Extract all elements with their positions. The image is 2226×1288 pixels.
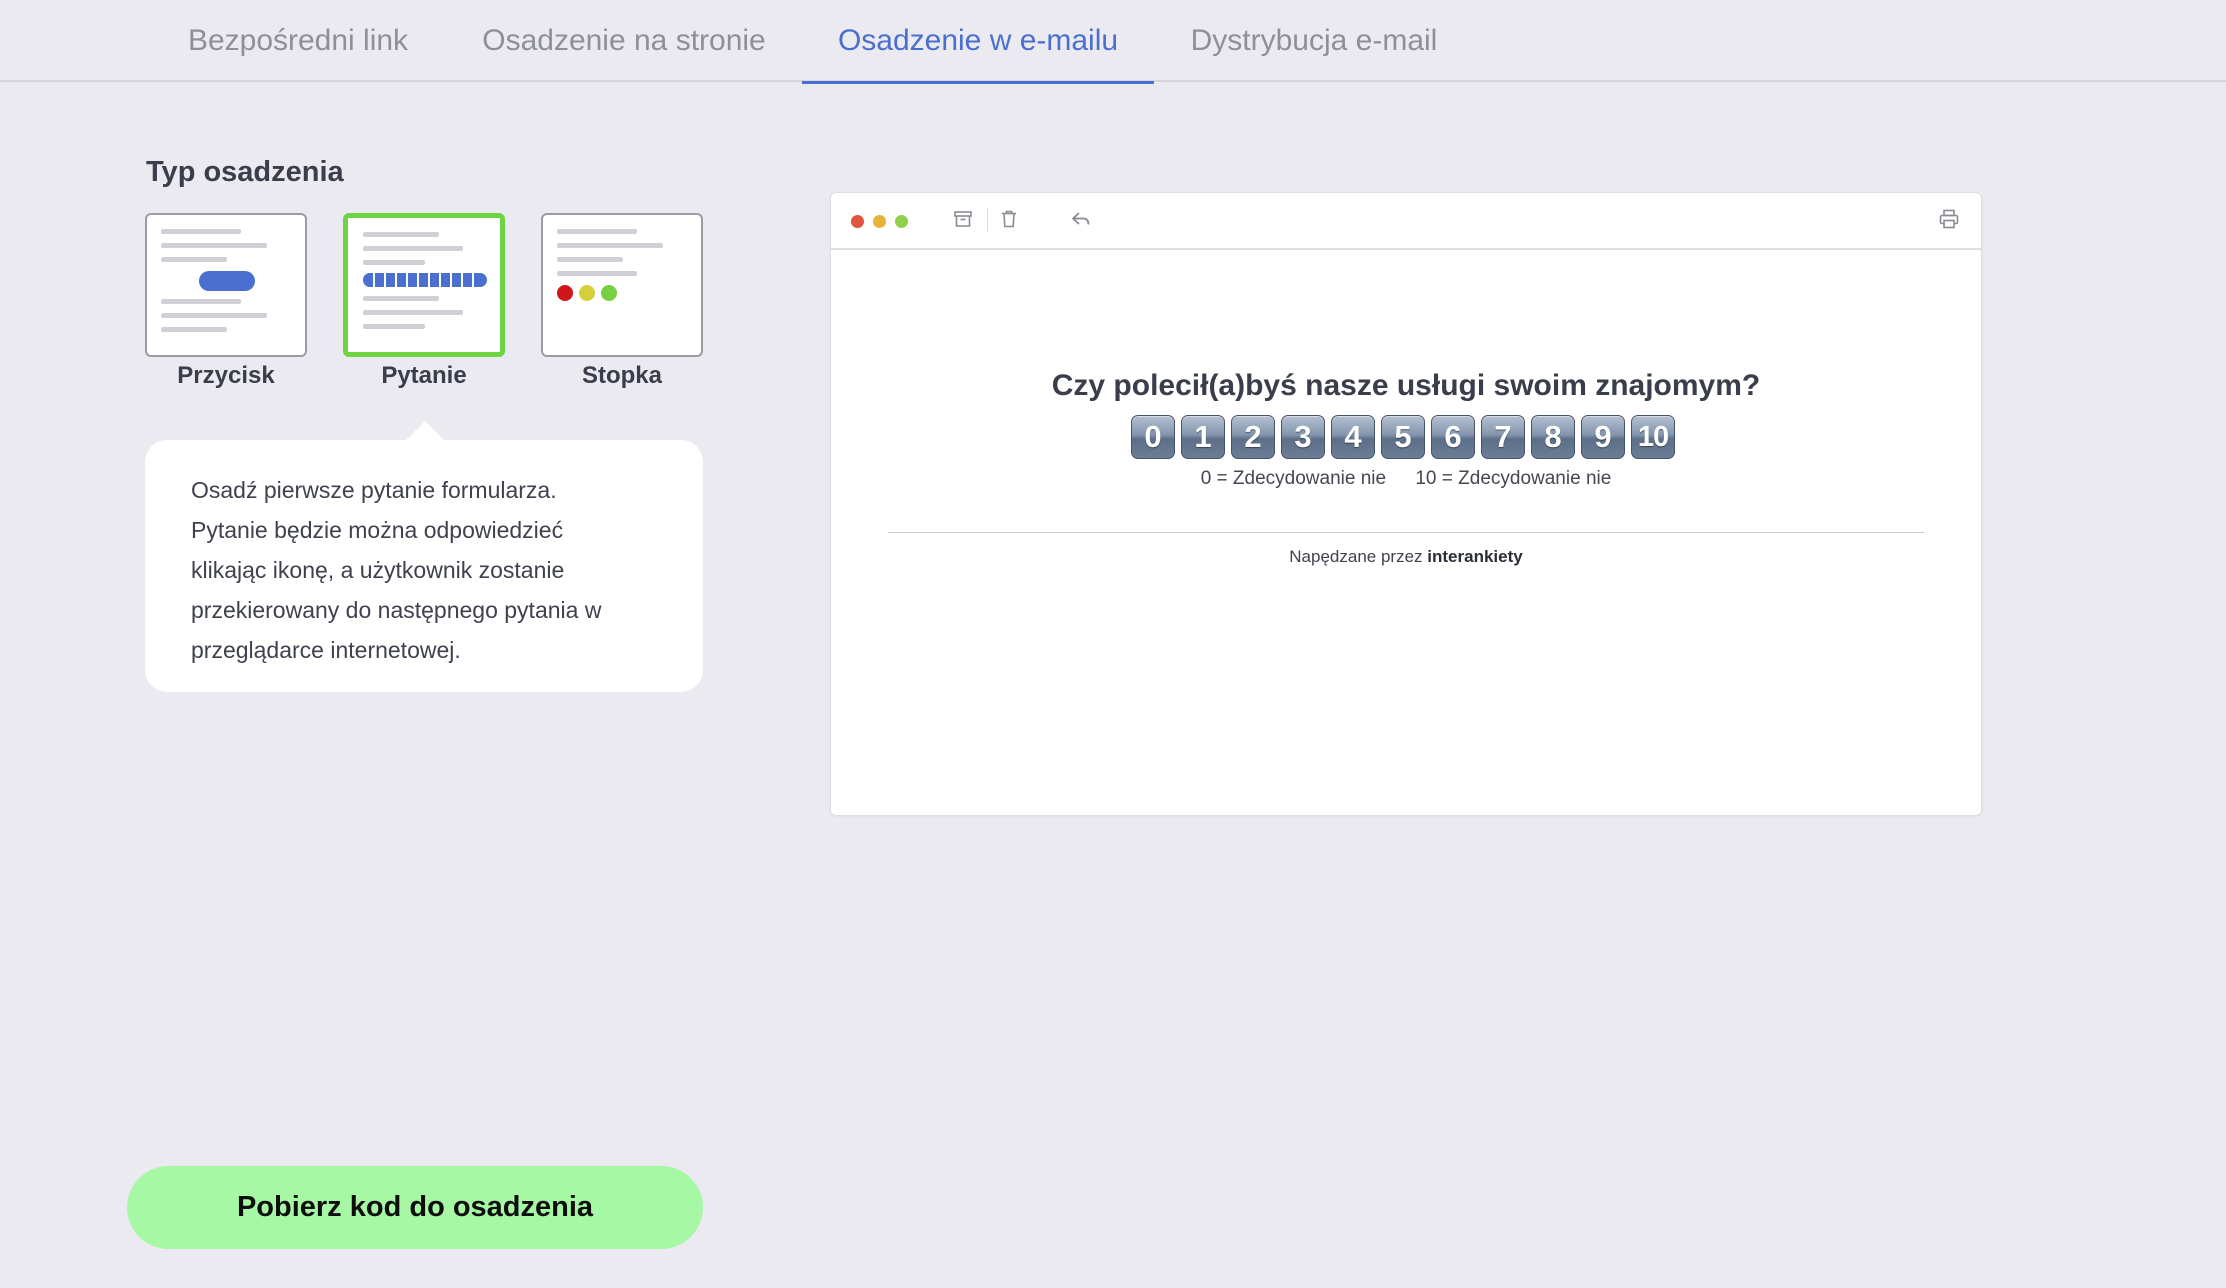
card-line [161, 257, 227, 262]
card-line [161, 313, 267, 318]
popover-arrow [405, 421, 445, 441]
card-line [363, 246, 463, 251]
powered-by-brand[interactable]: interankiety [1427, 547, 1522, 566]
description-line: klikając ikonę, a użytkownik zostanie [191, 557, 565, 583]
nps-option-4[interactable]: 4 [1331, 415, 1375, 459]
nps-option-8[interactable]: 8 [1531, 415, 1575, 459]
powered-by: Napędzane przez interankiety [831, 547, 1981, 567]
embed-type-footer-card[interactable] [541, 213, 703, 357]
embed-type-button-card[interactable] [145, 213, 307, 357]
card-line [363, 324, 425, 329]
description-line: Osadź pierwsze pytanie formularza. [191, 477, 557, 503]
card-line [557, 271, 637, 276]
embed-type-description: Osadź pierwsze pytanie formularza. Pytan… [145, 440, 703, 692]
scale-preview-icon [363, 273, 487, 287]
green-dot-icon [601, 285, 617, 301]
nps-option-2[interactable]: 2 [1231, 415, 1275, 459]
survey-question: Czy polecił(a)byś nasze usługi swoim zna… [1051, 369, 1761, 402]
button-preview-icon [199, 271, 255, 291]
toolbar-separator [987, 208, 988, 232]
scale-low-label: 0 = Zdecydowanie nie [1200, 468, 1387, 489]
card-line [557, 229, 637, 234]
description-line: Pytanie będzie można odpowiedzieć [191, 517, 564, 543]
nps-option-9[interactable]: 9 [1581, 415, 1625, 459]
nps-option-6[interactable]: 6 [1431, 415, 1475, 459]
archive-icon[interactable] [951, 207, 975, 231]
card-line [161, 327, 227, 332]
nps-option-3[interactable]: 3 [1281, 415, 1325, 459]
yellow-dot-icon [579, 285, 595, 301]
tab-email-distribution[interactable]: Dystrybucja e-mail [1154, 0, 1474, 82]
tab-embed-email[interactable]: Osadzenie w e-mailu [802, 0, 1154, 84]
card-line [557, 243, 663, 248]
embed-type-question-label: Pytanie [381, 362, 467, 389]
description-line: przeglądarce internetowej. [191, 637, 461, 663]
powered-by-prefix: Napędzane przez [1289, 547, 1423, 566]
card-line [557, 257, 623, 262]
email-toolbar [831, 193, 1981, 250]
tab-bar: Bezpośredni link Osadzenie na stronie Os… [0, 0, 2226, 84]
embed-type-button-label: Przycisk [177, 362, 275, 389]
card-line [161, 299, 241, 304]
trash-icon[interactable] [997, 207, 1021, 231]
red-dot-icon [557, 285, 573, 301]
embed-type-footer-label: Stopka [581, 362, 662, 389]
window-maximize-dot [895, 215, 908, 228]
nps-option-0[interactable]: 0 [1131, 415, 1175, 459]
description-line: przekierowany do następnego pytania w [191, 597, 602, 623]
scale-labels: 0 = Zdecydowanie nie 10 = Zdecydowanie n… [831, 468, 1981, 490]
card-line [161, 229, 241, 234]
footer-divider [888, 532, 1924, 533]
card-line [363, 296, 439, 301]
nps-option-5[interactable]: 5 [1381, 415, 1425, 459]
card-line [363, 232, 439, 237]
embed-type-question-card[interactable] [343, 213, 505, 357]
window-close-dot [851, 215, 864, 228]
reply-icon[interactable] [1069, 207, 1093, 231]
nps-option-7[interactable]: 7 [1481, 415, 1525, 459]
scale-high-label: 10 = Zdecydowanie nie [1415, 468, 1612, 489]
get-embed-code-button[interactable]: Pobierz kod do osadzenia [127, 1166, 703, 1249]
nps-option-10[interactable]: 10 [1631, 415, 1675, 459]
tab-direct-link[interactable]: Bezpośredni link [150, 0, 446, 82]
window-minimize-dot [873, 215, 886, 228]
embed-type-title: Typ osadzenia [146, 156, 344, 188]
print-icon[interactable] [1937, 207, 1961, 231]
card-line [363, 260, 425, 265]
card-line [363, 310, 463, 315]
email-preview-window: Czy polecił(a)byś nasze usługi swoim zna… [830, 192, 1982, 816]
nps-option-1[interactable]: 1 [1181, 415, 1225, 459]
card-line [161, 243, 267, 248]
tab-embed-website[interactable]: Osadzenie na stronie [446, 0, 802, 82]
